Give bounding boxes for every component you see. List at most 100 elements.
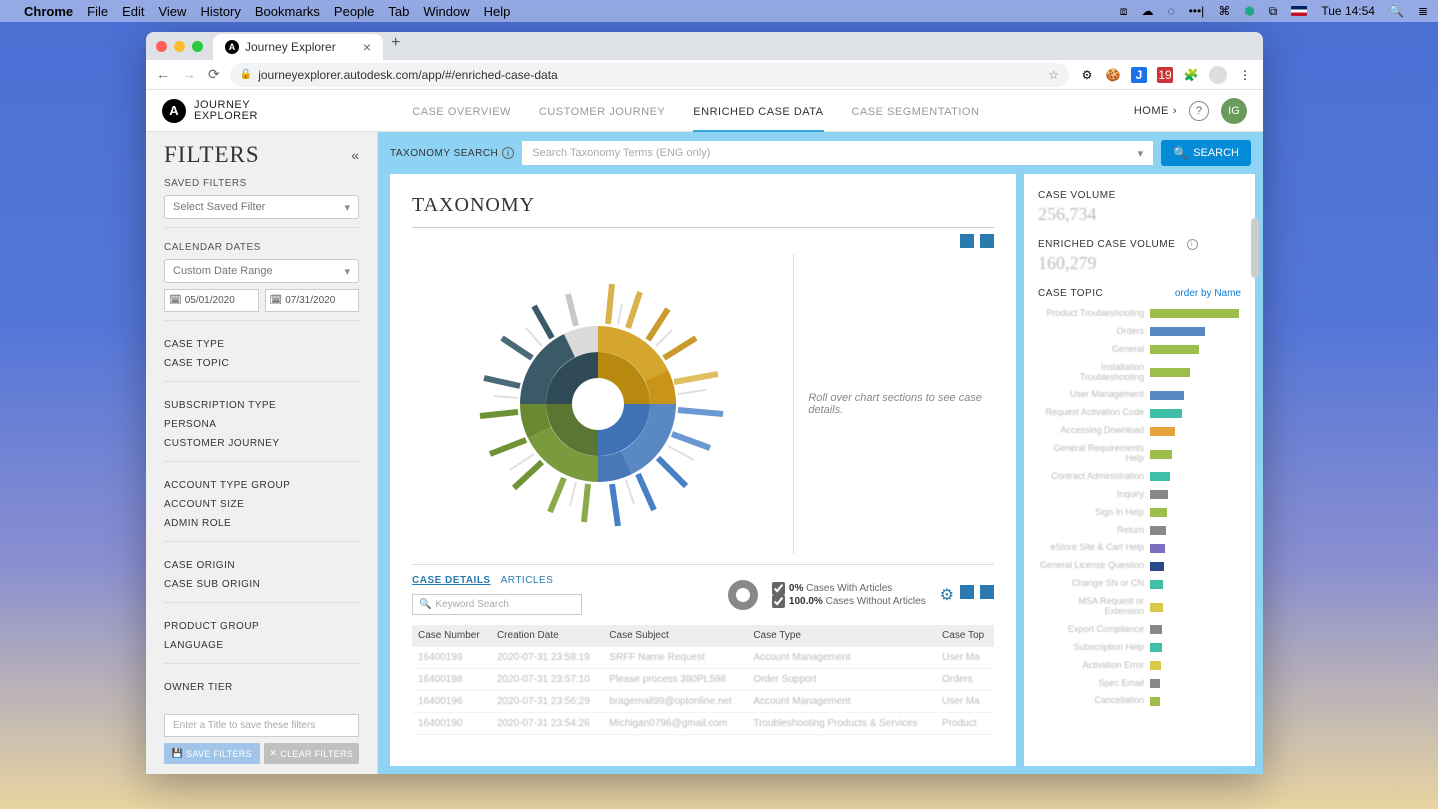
topic-bar-row[interactable]: Return [1038, 526, 1241, 536]
table-row[interactable]: 164001902020-07-31 23:54:26Michigan0796@… [412, 713, 994, 735]
table-row[interactable]: 164001982020-07-31 23:57:10Please proces… [412, 669, 994, 691]
tab-case-details[interactable]: CASE DETAILS [412, 575, 491, 586]
new-tab-button[interactable]: + [383, 32, 408, 60]
cloud-sync-icon[interactable]: ☁︎ [1141, 4, 1153, 18]
wifi-icon[interactable]: ⧉ [1269, 4, 1278, 19]
date-to-input[interactable]: 🗓07/31/2020 [265, 289, 360, 312]
keyword-search-input[interactable]: 🔍Keyword Search [412, 594, 582, 615]
status-icon-2[interactable]: ⌘ [1218, 4, 1230, 18]
collapse-sidebar-button[interactable]: « [351, 147, 359, 163]
dropbox-icon[interactable]: ⧈ [1120, 4, 1128, 19]
topic-bar-row[interactable]: Request Activation Code [1038, 408, 1241, 418]
topic-bar-row[interactable]: eStore Site & Cart Help [1038, 543, 1241, 553]
topic-bar-row[interactable]: Export Compliance [1038, 625, 1241, 635]
table-header[interactable]: Creation Date [491, 625, 603, 647]
topic-bar-row[interactable]: Subscription Help [1038, 643, 1241, 653]
control-center-icon[interactable]: ≣ [1418, 4, 1428, 18]
topic-bar-row[interactable]: MSA Request or Extension [1038, 597, 1241, 617]
extension-icon-cal[interactable]: 19 [1157, 67, 1173, 83]
taxonomy-search-input[interactable]: Search Taxonomy Terms (ENG only) [522, 141, 1153, 165]
profile-avatar-icon[interactable] [1209, 66, 1227, 84]
menu-app-name[interactable]: Chrome [24, 4, 73, 19]
expand-chart-icon[interactable] [960, 234, 974, 248]
menu-help[interactable]: Help [484, 4, 511, 19]
status-icon[interactable]: ◌ [1167, 4, 1174, 18]
topic-bar-row[interactable]: Sign In Help [1038, 508, 1241, 518]
nav-customer-journey[interactable]: CUSTOMER JOURNEY [539, 92, 665, 130]
export-chart-icon[interactable] [980, 234, 994, 248]
filter-subscription-type[interactable]: SUBSCRIPTION TYPE [164, 396, 359, 415]
tab-close-button[interactable]: × [363, 39, 371, 55]
topic-bar-row[interactable]: Cancellation [1038, 696, 1241, 706]
user-avatar[interactable]: IG [1221, 98, 1247, 124]
table-row[interactable]: 164001992020-07-31 23:58:19SRFF Name Req… [412, 647, 994, 669]
topic-bar-row[interactable]: Accessing Download [1038, 426, 1241, 436]
saved-filters-select[interactable]: Select Saved Filter [164, 195, 359, 219]
topic-bar-row[interactable]: Inquiry [1038, 490, 1241, 500]
status-dots-icon[interactable]: •••| [1189, 4, 1205, 18]
table-header[interactable]: Case Subject [603, 625, 747, 647]
breadcrumb-home[interactable]: HOME › [1134, 105, 1177, 117]
table-header[interactable]: Case Top [936, 625, 994, 647]
nav-back-button[interactable]: ← [156, 66, 170, 83]
filter-persona[interactable]: PERSONA [164, 415, 359, 434]
address-bar[interactable]: 🔒 journeyexplorer.autodesk.com/app/#/enr… [230, 63, 1069, 87]
input-source-flag-icon[interactable] [1291, 6, 1307, 16]
menubar-clock[interactable]: Tue 14:54 [1321, 4, 1375, 18]
extension-icon-1[interactable]: ⚙︎ [1079, 67, 1095, 83]
menu-view[interactable]: View [158, 4, 186, 19]
tab-articles[interactable]: ARTICLES [501, 575, 554, 586]
topic-bar-row[interactable]: Orders [1038, 327, 1241, 337]
topic-bar-row[interactable]: User Management [1038, 390, 1241, 400]
topic-bar-row[interactable]: Contract Administration [1038, 472, 1241, 482]
topic-bar-row[interactable]: Spec Email [1038, 679, 1241, 689]
filter-account-size[interactable]: ACCOUNT SIZE [164, 495, 359, 514]
browser-menu-button[interactable]: ⋮ [1237, 67, 1253, 83]
menu-history[interactable]: History [200, 4, 240, 19]
taxonomy-search-button[interactable]: 🔍SEARCH [1161, 140, 1251, 166]
filter-admin-role[interactable]: ADMIN ROLE [164, 514, 359, 533]
nav-case-segmentation[interactable]: CASE SEGMENTATION [852, 92, 980, 130]
order-by-name-link[interactable]: order by Name [1175, 288, 1241, 299]
info-icon[interactable]: i [1187, 239, 1198, 250]
filter-case-sub-origin[interactable]: CASE SUB ORIGIN [164, 575, 359, 594]
cb-without-articles[interactable] [772, 595, 785, 608]
topic-bar-row[interactable]: General [1038, 345, 1241, 355]
expand-table-icon[interactable] [960, 585, 974, 599]
topic-bar-row[interactable]: Product Troubleshooting [1038, 309, 1241, 319]
extension-icon-2[interactable]: 🍪 [1105, 67, 1121, 83]
bookmark-star-icon[interactable]: ☆ [1048, 68, 1059, 82]
scrollbar[interactable] [1251, 214, 1259, 768]
topic-bar-row[interactable]: Installation Troubleshooting [1038, 363, 1241, 383]
nav-case-overview[interactable]: CASE OVERVIEW [412, 92, 511, 130]
info-icon[interactable]: i [502, 147, 514, 159]
clear-filters-button[interactable]: ✕CLEAR FILTERS [264, 743, 360, 764]
table-row[interactable]: 164001962020-07-31 23:56:29bragemail99@o… [412, 691, 994, 713]
nav-reload-button[interactable]: ⟳ [208, 66, 220, 83]
filter-product-group[interactable]: PRODUCT GROUP [164, 617, 359, 636]
filter-account-type-group[interactable]: ACCOUNT TYPE GROUP [164, 476, 359, 495]
table-header[interactable]: Case Number [412, 625, 491, 647]
menu-bookmarks[interactable]: Bookmarks [255, 4, 320, 19]
table-header[interactable]: Case Type [747, 625, 936, 647]
topic-bar-row[interactable]: Activation Error [1038, 661, 1241, 671]
status-icon-3[interactable]: ⬢ [1244, 4, 1254, 18]
spotlight-icon[interactable]: 🔍 [1389, 4, 1404, 18]
sunburst-chart[interactable] [412, 254, 783, 554]
filter-case-type[interactable]: CASE TYPE [164, 335, 359, 354]
window-close-button[interactable] [156, 41, 167, 52]
extensions-puzzle-icon[interactable]: 🧩 [1183, 67, 1199, 83]
menu-window[interactable]: Window [423, 4, 469, 19]
menu-people[interactable]: People [334, 4, 374, 19]
save-filter-title-input[interactable]: Enter a Title to save these filters [164, 714, 359, 737]
topic-bar-row[interactable]: Change SN or CN [1038, 579, 1241, 589]
nav-enriched-case-data[interactable]: ENRICHED CASE DATA [693, 92, 823, 133]
browser-tab[interactable]: A Journey Explorer × [213, 34, 383, 60]
menu-file[interactable]: File [87, 4, 108, 19]
filter-owner-tier[interactable]: OWNER TIER [164, 678, 359, 697]
export-table-icon[interactable] [980, 585, 994, 599]
filter-language[interactable]: LANGUAGE [164, 636, 359, 655]
settings-icon[interactable]: ⚙︎ [940, 585, 954, 605]
menu-edit[interactable]: Edit [122, 4, 144, 19]
extension-icon-jira[interactable]: J [1131, 67, 1147, 83]
